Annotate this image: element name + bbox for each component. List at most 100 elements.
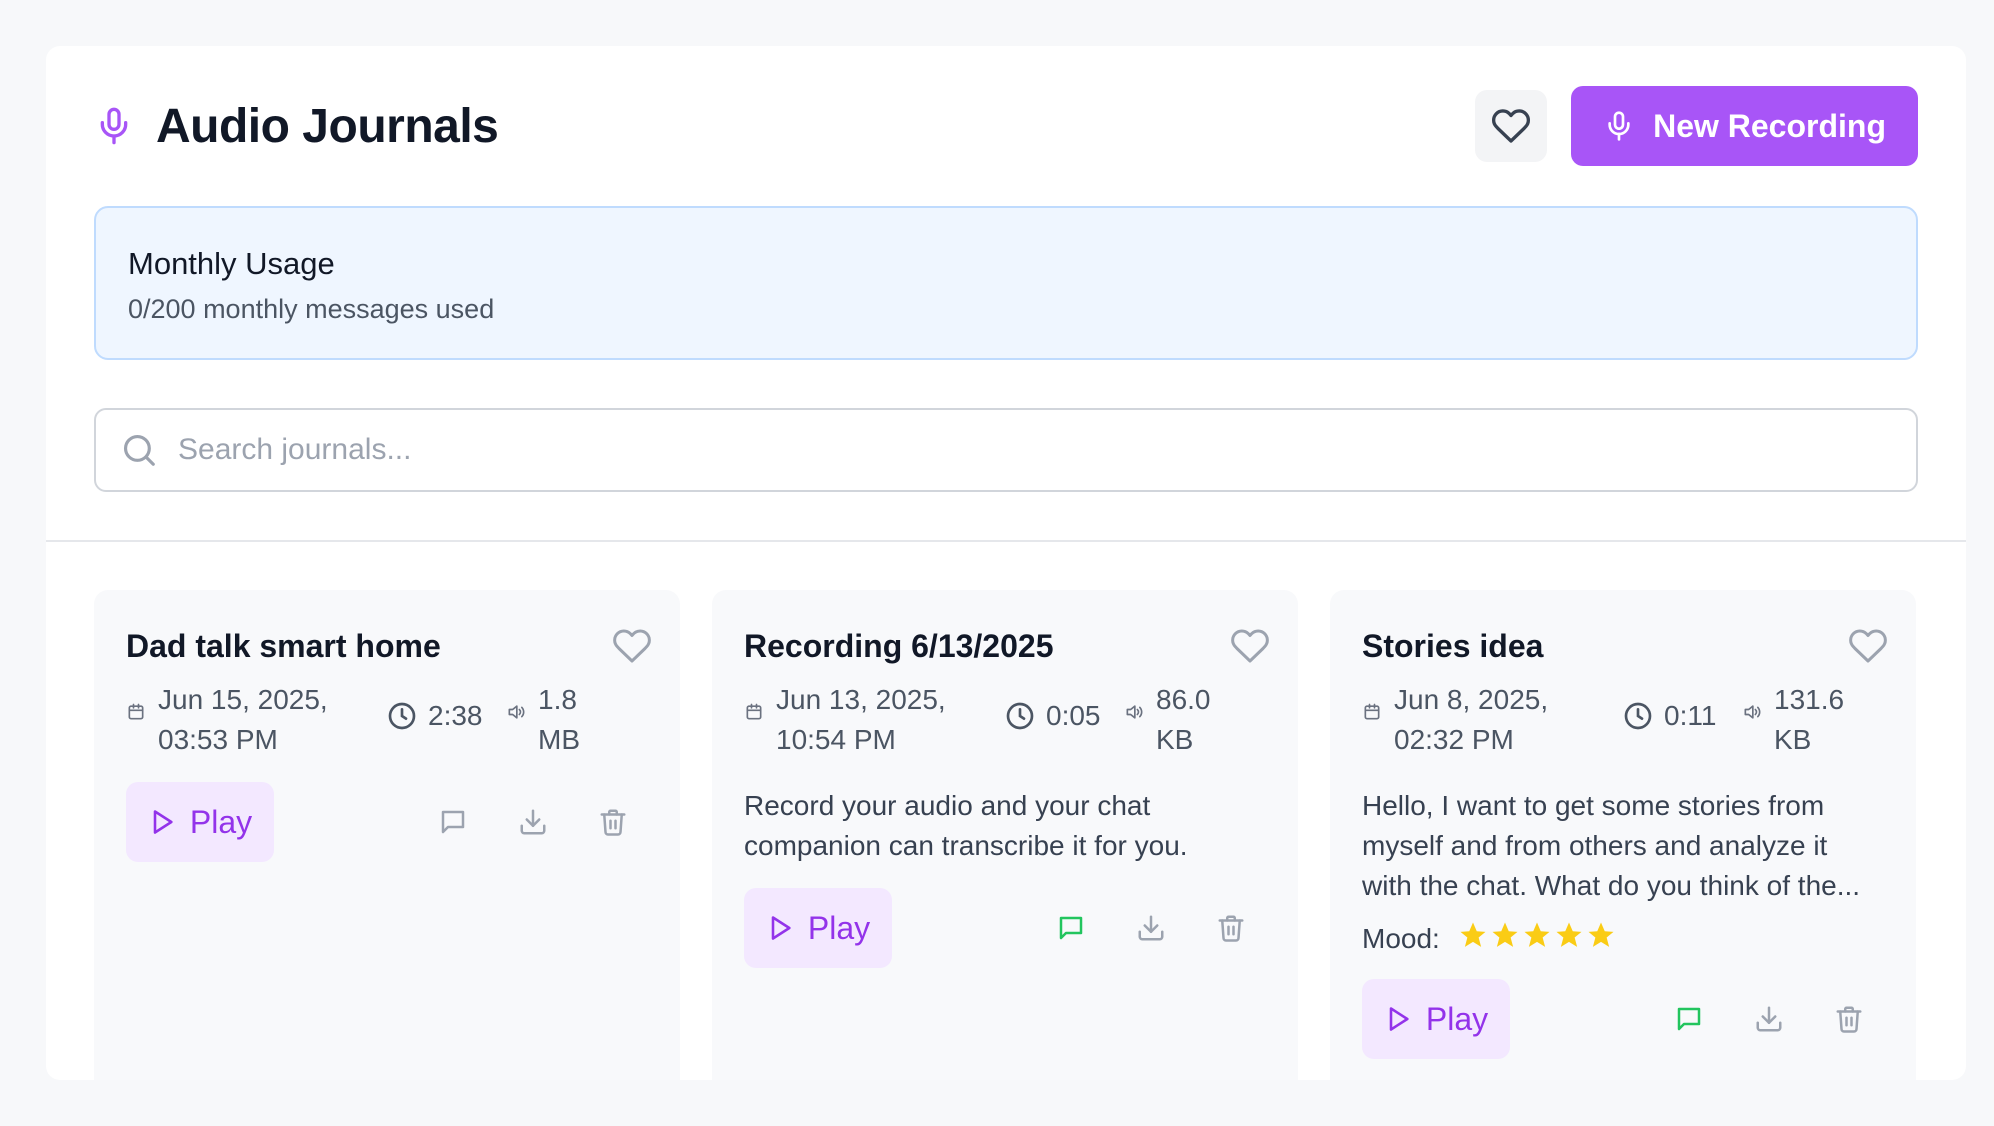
play-icon	[148, 807, 176, 837]
heart-icon	[612, 626, 652, 666]
play-label: Play	[189, 803, 253, 840]
journal-card[interactable]: Stories idea Jun 8, 2025, 02:32 PM 0:11 …	[1330, 590, 1916, 1080]
favorite-toggle[interactable]	[1846, 624, 1890, 668]
journal-duration: 0:11	[1622, 700, 1742, 732]
trash-icon	[1834, 1004, 1864, 1034]
journal-card[interactable]: Recording 6/13/2025 Jun 13, 2025, 10:54 …	[712, 590, 1298, 1080]
mood-label: Mood:	[1362, 922, 1440, 954]
favorite-toggle[interactable]	[1228, 624, 1272, 668]
clock-icon	[386, 700, 418, 732]
download-button[interactable]	[518, 807, 548, 837]
chat-icon	[1674, 1004, 1704, 1034]
delete-button[interactable]	[598, 807, 628, 837]
star-icon	[1586, 920, 1616, 957]
volume-icon	[1124, 702, 1144, 760]
journal-description: Hello, I want to get some stories from m…	[1362, 790, 1861, 901]
chat-button[interactable]	[1056, 913, 1086, 943]
journal-meta: Jun 15, 2025, 03:53 PM 2:38 1.8 MB	[126, 680, 648, 760]
time-line: 03:53 PM	[158, 724, 278, 755]
chat-icon	[1056, 913, 1086, 943]
journal-title: Recording 6/13/2025	[744, 628, 1054, 664]
size-value: 131.6	[1774, 684, 1845, 715]
volume-icon	[1742, 702, 1762, 760]
download-icon	[1754, 1004, 1784, 1034]
size-unit: KB	[1774, 724, 1812, 755]
usage-title: Monthly Usage	[128, 246, 335, 281]
date-line: Jun 15, 2025,	[158, 684, 328, 715]
star-icon	[1458, 920, 1488, 957]
play-button[interactable]: Play	[744, 888, 892, 968]
duration-text: 0:11	[1664, 700, 1717, 731]
heart-icon	[1230, 626, 1270, 666]
journal-meta: Jun 8, 2025, 02:32 PM 0:11 131.6 KB	[1362, 680, 1884, 760]
calendar-icon	[744, 702, 764, 760]
size-text: 1.8 MB	[538, 680, 580, 760]
favorites-button[interactable]	[1475, 90, 1548, 162]
journal-card[interactable]: Dad talk smart home Jun 15, 2025, 03:53 …	[94, 590, 680, 1080]
journal-meta: Jun 13, 2025, 10:54 PM 0:05 86.0 KB	[744, 680, 1266, 760]
play-label: Play	[1425, 1000, 1489, 1037]
calendar-icon	[1362, 702, 1382, 760]
heart-icon	[1491, 106, 1531, 146]
header: Audio Journals New Recording	[94, 46, 1918, 206]
size-value: 86.0	[1156, 684, 1211, 715]
card-actions: Play	[126, 782, 648, 862]
chat-button[interactable]	[1674, 1004, 1704, 1034]
play-icon	[1384, 1004, 1412, 1034]
date-text: Jun 13, 2025, 10:54 PM	[776, 680, 946, 760]
download-icon	[518, 807, 548, 837]
card-actions: Play	[744, 888, 1266, 968]
heart-icon	[1848, 626, 1888, 666]
time-line: 10:54 PM	[776, 724, 896, 755]
journal-date: Jun 8, 2025, 02:32 PM	[1362, 680, 1622, 760]
download-button[interactable]	[1136, 913, 1166, 943]
card-header: Recording 6/13/2025	[744, 626, 1269, 668]
journal-duration: 0:05	[1004, 700, 1124, 732]
play-button[interactable]: Play	[126, 782, 274, 862]
search-box	[94, 408, 1918, 492]
journal-size: 131.6 KB	[1742, 680, 1844, 760]
volume-icon	[506, 702, 526, 760]
journals-panel: Audio Journals New Recording Monthly Usa…	[46, 46, 1966, 1080]
microphone-icon	[94, 102, 134, 150]
chat-button[interactable]	[438, 807, 468, 837]
card-icon-actions	[438, 807, 628, 837]
clock-icon	[1622, 700, 1654, 732]
time-line: 02:32 PM	[1394, 724, 1514, 755]
size-text: 131.6 KB	[1774, 680, 1844, 760]
journal-duration: 2:38	[386, 700, 506, 732]
trash-icon	[598, 807, 628, 837]
card-icon-actions	[1674, 1004, 1864, 1034]
star-icon	[1490, 920, 1520, 957]
card-actions: Play	[1362, 979, 1884, 1059]
delete-button[interactable]	[1216, 913, 1246, 943]
new-recording-button[interactable]: New Recording	[1571, 86, 1918, 166]
card-icon-actions	[1056, 913, 1246, 943]
date-line: Jun 8, 2025,	[1394, 684, 1549, 715]
star-icon	[1522, 920, 1552, 957]
date-text: Jun 15, 2025, 03:53 PM	[158, 680, 328, 760]
trash-icon	[1216, 913, 1246, 943]
size-value: 1.8	[538, 684, 577, 715]
favorite-toggle[interactable]	[610, 624, 654, 668]
top-section: Audio Journals New Recording Monthly Usa…	[46, 46, 1966, 492]
journal-date: Jun 13, 2025, 10:54 PM	[744, 680, 1004, 760]
date-text: Jun 8, 2025, 02:32 PM	[1394, 680, 1548, 760]
play-icon	[766, 913, 794, 943]
card-header: Stories idea	[1362, 626, 1887, 668]
new-recording-label: New Recording	[1653, 107, 1886, 144]
play-button[interactable]: Play	[1362, 979, 1510, 1059]
size-unit: MB	[538, 724, 580, 755]
monthly-usage-box: Monthly Usage 0/200 monthly messages use…	[94, 206, 1918, 360]
journal-date: Jun 15, 2025, 03:53 PM	[126, 680, 386, 760]
search-input[interactable]	[178, 433, 1892, 467]
journal-list: Dad talk smart home Jun 15, 2025, 03:53 …	[46, 542, 1966, 1080]
download-icon	[1136, 913, 1166, 943]
download-button[interactable]	[1754, 1004, 1784, 1034]
delete-button[interactable]	[1834, 1004, 1864, 1034]
usage-subtitle: 0/200 monthly messages used	[128, 294, 495, 324]
duration-text: 2:38	[428, 700, 483, 731]
header-actions: New Recording	[1475, 86, 1918, 166]
mood-stars	[1458, 920, 1616, 957]
clock-icon	[1004, 700, 1036, 732]
